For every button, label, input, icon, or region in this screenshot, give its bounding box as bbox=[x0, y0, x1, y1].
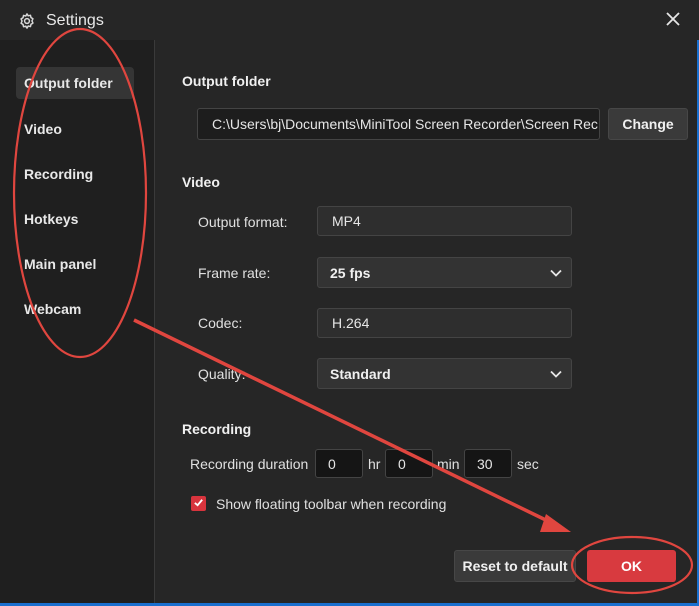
quality-label: Quality: bbox=[198, 366, 246, 382]
change-folder-button[interactable]: Change bbox=[608, 108, 688, 140]
sidebar-item-label: Video bbox=[24, 121, 62, 137]
duration-seconds-input[interactable]: 30 bbox=[464, 449, 512, 478]
checkmark-icon bbox=[193, 495, 204, 513]
hours-unit: hr bbox=[368, 456, 381, 472]
output-format-label: Output format: bbox=[198, 214, 288, 230]
close-button[interactable] bbox=[661, 9, 685, 33]
sidebar-item-hotkeys[interactable]: Hotkeys bbox=[16, 203, 134, 235]
frame-rate-value: 25 fps bbox=[330, 264, 371, 281]
chevron-down-icon bbox=[549, 266, 563, 280]
frame-rate-select[interactable]: 25 fps bbox=[317, 257, 572, 288]
codec-field: H.264 bbox=[317, 308, 572, 338]
quality-value: Standard bbox=[330, 365, 391, 382]
window-title: Settings bbox=[46, 12, 104, 29]
minutes-unit: min bbox=[437, 456, 460, 472]
sidebar-item-label: Output folder bbox=[24, 75, 113, 91]
sidebar-item-label: Hotkeys bbox=[24, 211, 79, 227]
sidebar-item-label: Main panel bbox=[24, 256, 97, 272]
recording-section-title: Recording bbox=[182, 421, 252, 437]
seconds-unit: sec bbox=[517, 456, 539, 472]
sidebar-item-label: Recording bbox=[24, 166, 94, 182]
floating-toolbar-checkbox[interactable] bbox=[191, 496, 206, 511]
quality-select[interactable]: Standard bbox=[317, 358, 572, 389]
reset-to-default-button[interactable]: Reset to default bbox=[454, 550, 576, 582]
ok-button[interactable]: OK bbox=[587, 550, 676, 582]
duration-hours-input[interactable]: 0 bbox=[315, 449, 363, 478]
sidebar-item-video[interactable]: Video bbox=[16, 113, 134, 145]
close-icon bbox=[666, 11, 680, 31]
sidebar-item-webcam[interactable]: Webcam bbox=[16, 293, 134, 325]
floating-toolbar-label: Show floating toolbar when recording bbox=[216, 496, 447, 512]
video-section-title: Video bbox=[182, 174, 220, 190]
sidebar-item-recording[interactable]: Recording bbox=[16, 158, 134, 190]
output-folder-section-title: Output folder bbox=[182, 73, 271, 89]
sidebar-item-label: Webcam bbox=[24, 301, 82, 317]
codec-label: Codec: bbox=[198, 315, 243, 331]
sidebar: Output folder Video Recording Hotkeys Ma… bbox=[0, 40, 155, 603]
settings-content: Output folder C:\Users\bj\Documents\Mini… bbox=[155, 40, 697, 603]
chevron-down-icon bbox=[549, 367, 563, 381]
frame-rate-label: Frame rate: bbox=[198, 265, 271, 281]
sidebar-item-output-folder[interactable]: Output folder bbox=[16, 67, 134, 99]
output-folder-path-field[interactable]: C:\Users\bj\Documents\MiniTool Screen Re… bbox=[197, 108, 600, 140]
recording-duration-label: Recording duration bbox=[190, 456, 309, 472]
title-bar: Settings bbox=[0, 0, 699, 40]
output-format-field: MP4 bbox=[317, 206, 572, 236]
settings-window: Settings Output folder Video Recording H… bbox=[0, 0, 699, 606]
gear-icon bbox=[18, 12, 36, 30]
duration-minutes-input[interactable]: 0 bbox=[385, 449, 433, 478]
sidebar-item-main-panel[interactable]: Main panel bbox=[16, 248, 134, 280]
